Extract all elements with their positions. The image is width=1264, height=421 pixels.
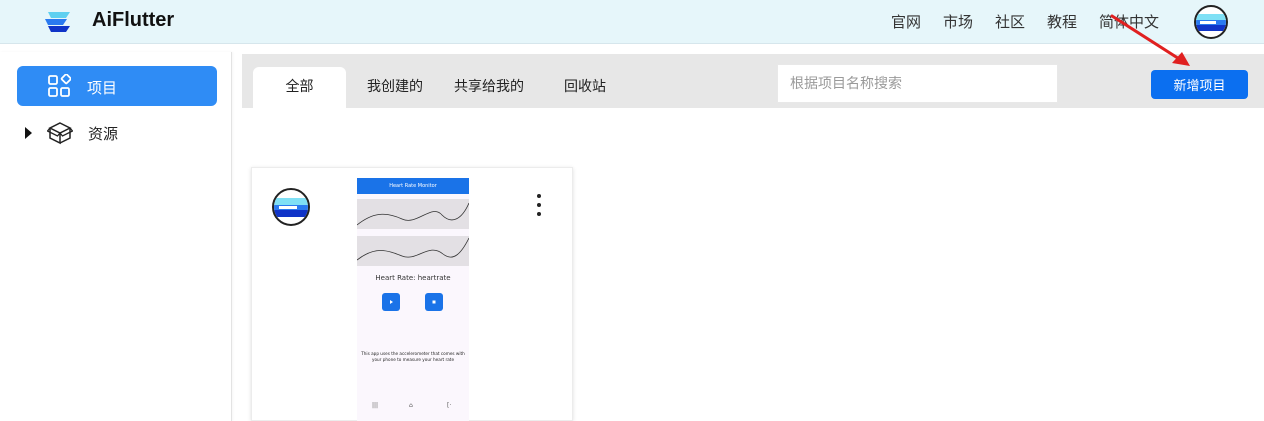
project-preview[interactable]: Heart Rate Monitor Heart Rate: heartrate… xyxy=(357,178,469,421)
box-icon xyxy=(47,122,73,145)
tab-created-by-me[interactable]: 我创建的 xyxy=(351,67,439,108)
aiflutter-logo-icon[interactable] xyxy=(42,8,74,36)
more-options-icon[interactable] xyxy=(530,194,548,220)
avatar-logo-icon xyxy=(1196,14,1226,31)
caret-right-icon[interactable] xyxy=(25,127,32,139)
wave-line-icon xyxy=(357,237,469,261)
preview-description: This app uses the accelerometer that com… xyxy=(361,351,465,362)
top-bar: AiFlutter 官网 市场 社区 教程 简体中文 xyxy=(0,0,1264,44)
sidebar: 项目 资源 xyxy=(0,52,232,421)
brand-name[interactable]: AiFlutter xyxy=(92,9,174,32)
sidebar-item-resources[interactable]: 资源 xyxy=(17,118,217,150)
annotation-arrow-icon xyxy=(1110,14,1190,66)
tab-shared-with-me[interactable]: 共享给我的 xyxy=(441,67,537,108)
nav-tutorial[interactable]: 教程 xyxy=(1047,11,1077,32)
stop-icon xyxy=(432,300,436,304)
preview-nav-menu-icon: ||| xyxy=(372,402,379,409)
nav-market[interactable]: 市场 xyxy=(943,11,973,32)
project-avatar xyxy=(272,188,310,226)
tab-recycle-bin[interactable]: 回收站 xyxy=(545,67,625,108)
preview-wave-chart xyxy=(357,199,469,229)
tab-all[interactable]: 全部 xyxy=(253,67,346,108)
nav-community[interactable]: 社区 xyxy=(995,11,1025,32)
preview-app-bar: Heart Rate Monitor xyxy=(357,178,469,194)
apps-grid-icon xyxy=(48,74,71,97)
play-button xyxy=(382,293,400,311)
preview-nav-back-icon: [· xyxy=(447,402,452,409)
sidebar-item-projects[interactable]: 项目 xyxy=(17,66,217,106)
stop-button xyxy=(425,293,443,311)
play-icon xyxy=(390,300,393,304)
preview-wave-chart xyxy=(357,236,469,266)
new-project-button[interactable]: 新增项目 xyxy=(1151,70,1248,99)
sidebar-item-label: 项目 xyxy=(87,79,118,97)
preview-heart-rate-text: Heart Rate: heartrate xyxy=(375,274,451,282)
project-logo-icon xyxy=(274,198,308,217)
project-card[interactable]: Heart Rate Monitor Heart Rate: heartrate… xyxy=(251,167,573,421)
sidebar-item-label: 资源 xyxy=(88,125,119,143)
wave-line-icon xyxy=(357,202,469,226)
nav-official-site[interactable]: 官网 xyxy=(891,11,921,32)
search-input[interactable] xyxy=(777,64,1058,103)
preview-nav-home-icon: ⌂ xyxy=(409,402,413,409)
